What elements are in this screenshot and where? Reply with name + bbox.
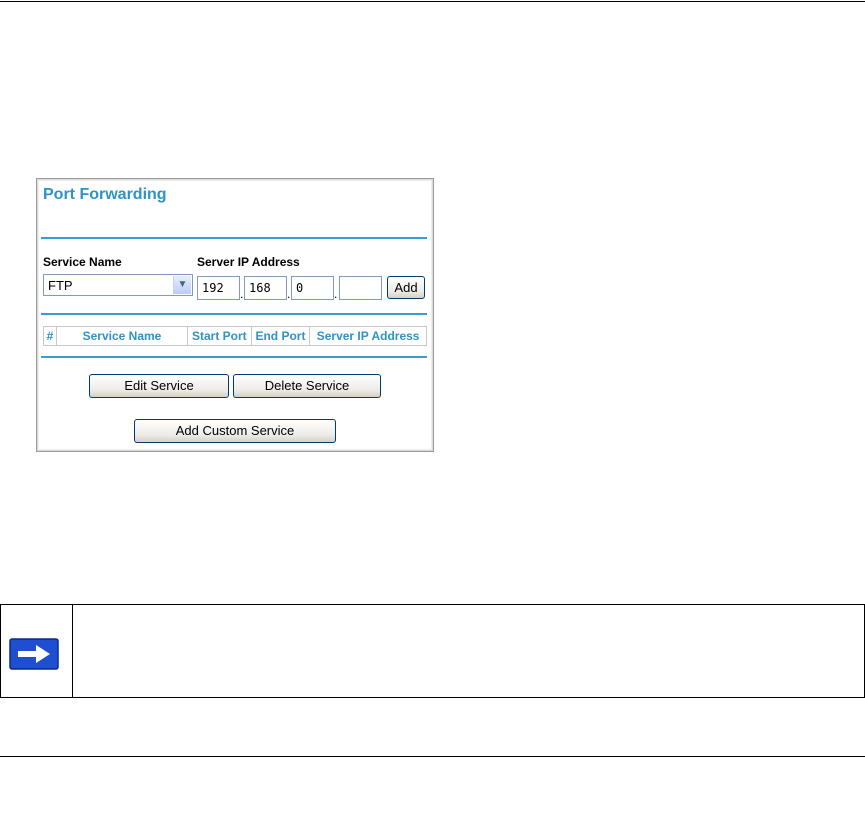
divider [41,356,427,358]
ip-octet-4-input[interactable] [339,276,382,300]
edit-service-button[interactable]: Edit Service [89,374,229,398]
add-custom-service-button[interactable]: Add Custom Service [134,419,336,443]
services-table: # Service Name Start Port End Port Serve… [43,326,427,346]
col-header-number: # [43,326,57,346]
service-name-label: Service Name [43,255,122,269]
note-divider [72,605,73,697]
divider [41,237,427,239]
delete-service-button[interactable]: Delete Service [233,374,381,398]
add-button[interactable]: Add [387,276,425,299]
divider [41,313,427,315]
ip-dot: . [240,287,244,301]
chevron-down-icon[interactable]: ▼ [173,276,191,294]
service-select[interactable]: FTP ▼ [43,274,193,296]
table-header-row: # Service Name Start Port End Port Serve… [43,326,427,346]
col-header-service-name: Service Name [56,326,188,346]
col-header-start-port: Start Port [187,326,252,346]
col-header-end-port: End Port [250,326,311,346]
ip-octet-1-input[interactable]: 192 [197,276,240,300]
ip-octet-2-input[interactable]: 168 [244,276,287,300]
service-select-value: FTP [48,278,73,293]
ip-octet-3-input[interactable]: 0 [291,276,334,300]
note-box [0,604,865,698]
bottom-rule [0,756,865,757]
ip-dot: . [287,287,291,301]
ip-dot: . [334,287,338,301]
col-header-server-ip: Server IP Address [309,326,427,346]
port-forwarding-panel: Port Forwarding Service Name Server IP A… [36,178,434,452]
arrow-right-icon [9,638,59,670]
top-rule [0,1,865,2]
server-ip-label: Server IP Address [197,255,300,269]
page-title: Port Forwarding [43,186,167,203]
